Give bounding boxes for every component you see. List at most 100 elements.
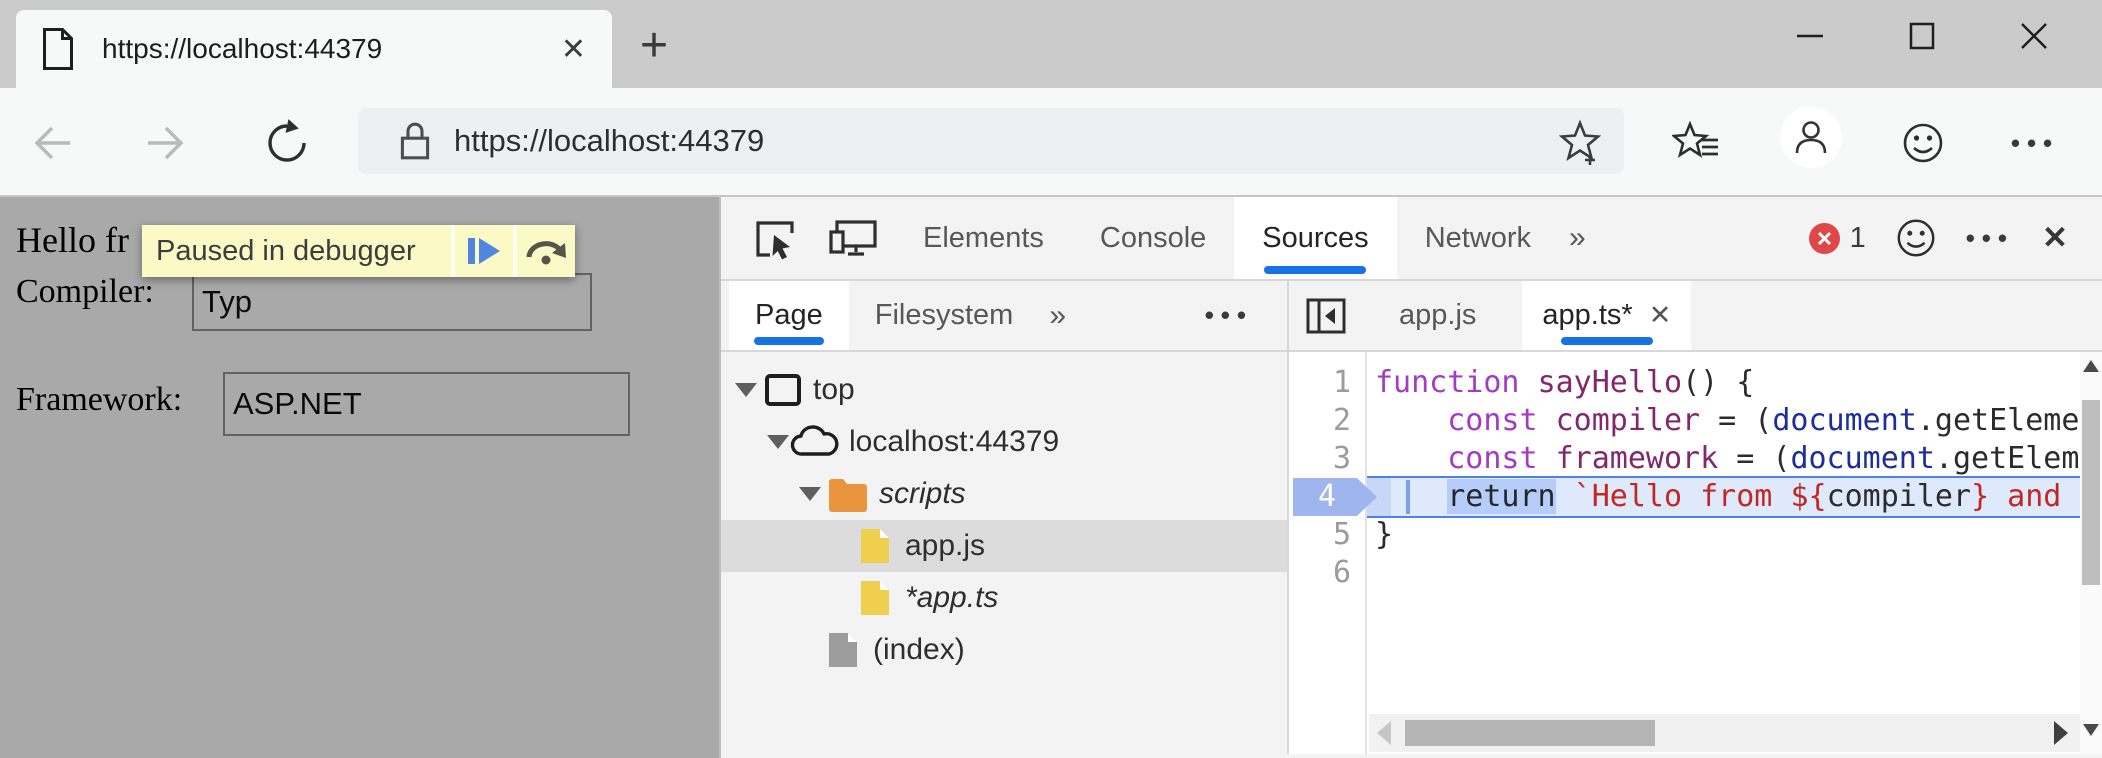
tab-elements[interactable]: Elements bbox=[895, 197, 1072, 279]
tab-close-icon[interactable]: ✕ bbox=[561, 32, 586, 67]
inspect-element-icon[interactable] bbox=[751, 197, 799, 279]
tab-sources-label: Sources bbox=[1262, 222, 1368, 255]
cloud-icon bbox=[789, 424, 841, 460]
line-number-gutter[interactable]: 1 2 3 5 6 bbox=[1289, 352, 1367, 754]
horizontal-scrollbar[interactable] bbox=[1369, 714, 2080, 752]
horizontal-scrollbar-thumb[interactable] bbox=[1405, 720, 1655, 746]
device-emulation-icon[interactable] bbox=[827, 197, 879, 279]
smiley-feedback-icon[interactable] bbox=[1894, 216, 1938, 260]
code-token: document bbox=[1790, 441, 1935, 476]
settings-more-button[interactable]: ••• bbox=[2010, 118, 2060, 168]
window-controls bbox=[1784, 14, 2060, 58]
page-favicon-icon bbox=[40, 28, 76, 70]
line-number[interactable]: 2 bbox=[1333, 402, 1351, 440]
tree-label: *app.ts bbox=[905, 581, 998, 615]
tree-label: app.js bbox=[905, 529, 985, 563]
line-number[interactable]: 6 bbox=[1333, 554, 1351, 592]
devtools-close-button[interactable]: ✕ bbox=[2042, 220, 2068, 256]
resume-script-button[interactable] bbox=[451, 225, 513, 277]
code-token: () { bbox=[1682, 365, 1754, 400]
tree-item-appjs-selected[interactable]: app.js bbox=[721, 520, 1287, 572]
tree-item-appts[interactable]: *app.ts bbox=[721, 572, 1287, 624]
forward-icon[interactable] bbox=[140, 118, 190, 168]
code-token: compiler bbox=[1556, 403, 1701, 438]
tab-title: https://localhost:44379 bbox=[102, 33, 561, 65]
code-line-4-paused[interactable]: return `Hello from ${compiler} and ${f bbox=[1375, 478, 2102, 516]
framework-input[interactable] bbox=[223, 372, 630, 436]
tree-label: top bbox=[813, 373, 855, 407]
tree-item-localhost[interactable]: localhost:44379 bbox=[721, 416, 1287, 468]
code-line-2[interactable]: const compiler = (document.getElementB bbox=[1375, 402, 2102, 440]
editor-tab-appts-label: app.ts* bbox=[1542, 299, 1632, 332]
step-over-icon bbox=[524, 233, 568, 269]
editor-tab-strip: app.js app.ts* ✕ bbox=[1287, 281, 2102, 350]
code-token: `Hello from bbox=[1574, 479, 1791, 514]
address-bar[interactable]: https://localhost:44379 bbox=[358, 108, 1624, 174]
expand-arrow-icon[interactable] bbox=[767, 435, 789, 449]
tab-page[interactable]: Page bbox=[729, 281, 849, 350]
active-tab-underline bbox=[1561, 337, 1653, 345]
code-token bbox=[1375, 479, 1447, 514]
ellipsis-icon: ••• bbox=[1205, 300, 1253, 331]
window-close-icon[interactable] bbox=[2008, 14, 2060, 58]
code-editor[interactable]: 1 2 3 5 6 4 function sayHello() { const … bbox=[1287, 352, 2102, 754]
code-token: .getElement bbox=[1935, 441, 2102, 476]
person-icon bbox=[1789, 115, 1833, 159]
refresh-icon[interactable] bbox=[262, 118, 312, 168]
editor-tab-appjs[interactable]: app.js bbox=[1399, 281, 1476, 350]
code-token: = ( bbox=[1700, 403, 1772, 438]
code-token bbox=[1538, 441, 1556, 476]
code-line-5[interactable]: } bbox=[1375, 516, 1393, 554]
step-over-button[interactable] bbox=[513, 225, 575, 277]
scroll-right-icon[interactable] bbox=[2054, 721, 2068, 745]
favorites-hub-icon[interactable] bbox=[1672, 118, 1722, 168]
vertical-scrollbar-thumb[interactable] bbox=[2082, 400, 2100, 585]
close-tab-icon[interactable]: ✕ bbox=[1649, 300, 1672, 331]
devtools-main-toolbar: Elements Console Sources Network » 1 bbox=[721, 197, 2102, 281]
maximize-icon[interactable] bbox=[1896, 14, 1948, 58]
smiley-feedback-icon[interactable] bbox=[1898, 118, 1948, 168]
devtools-more-button[interactable]: ••• bbox=[1966, 223, 2014, 254]
more-tabs-chevron-icon[interactable]: » bbox=[1039, 281, 1076, 350]
error-count[interactable]: 1 bbox=[1850, 222, 1866, 255]
profile-button[interactable] bbox=[1780, 106, 1842, 168]
scroll-down-icon[interactable] bbox=[2083, 724, 2099, 736]
framework-label: Framework: bbox=[16, 381, 182, 419]
tab-console[interactable]: Console bbox=[1072, 197, 1234, 279]
vertical-scrollbar[interactable] bbox=[2080, 352, 2102, 754]
add-favorite-star-icon[interactable] bbox=[1556, 117, 1604, 165]
tab-filesystem[interactable]: Filesystem bbox=[849, 281, 1040, 350]
code-token: framework bbox=[1556, 441, 1719, 476]
editor-tab-appts[interactable]: app.ts* ✕ bbox=[1522, 281, 1691, 350]
tab-sources[interactable]: Sources bbox=[1234, 197, 1396, 279]
tree-item-scripts[interactable]: scripts bbox=[721, 468, 1287, 520]
expand-arrow-icon[interactable] bbox=[799, 487, 821, 501]
navigator-more-button[interactable]: ••• bbox=[1205, 281, 1253, 350]
tree-item-top[interactable]: top bbox=[721, 364, 1287, 416]
scroll-up-icon[interactable] bbox=[2083, 360, 2099, 372]
devtools-toolbar-right: 1 ••• ✕ bbox=[1809, 197, 2068, 279]
browser-tab[interactable]: https://localhost:44379 ✕ bbox=[16, 10, 612, 88]
line-number[interactable]: 3 bbox=[1333, 440, 1351, 478]
minimize-icon[interactable] bbox=[1784, 14, 1836, 58]
url-text[interactable]: https://localhost:44379 bbox=[454, 123, 1556, 159]
scroll-left-icon[interactable] bbox=[1377, 721, 1391, 745]
tab-bar: https://localhost:44379 ✕ + bbox=[0, 0, 2102, 88]
paused-banner-text: Paused in debugger bbox=[142, 225, 451, 277]
expand-arrow-icon[interactable] bbox=[735, 383, 757, 397]
back-icon[interactable] bbox=[28, 118, 78, 168]
line-number[interactable]: 5 bbox=[1333, 516, 1351, 554]
more-tabs-chevron-icon[interactable]: » bbox=[1559, 197, 1596, 279]
code-line-1[interactable]: function sayHello() { bbox=[1375, 364, 1754, 402]
compiler-input[interactable] bbox=[192, 273, 592, 331]
code-token: } bbox=[1375, 517, 1393, 552]
tab-network[interactable]: Network bbox=[1397, 197, 1559, 279]
code-token: sayHello bbox=[1538, 365, 1683, 400]
line-number[interactable]: 1 bbox=[1333, 364, 1351, 402]
new-tab-button[interactable]: + bbox=[624, 16, 684, 74]
code-token: const bbox=[1447, 403, 1537, 438]
code-line-3[interactable]: const framework = (document.getElement bbox=[1375, 440, 2102, 478]
collapse-panel-icon[interactable] bbox=[1305, 281, 1347, 350]
error-badge-icon[interactable] bbox=[1809, 223, 1840, 254]
tree-item-index[interactable]: (index) bbox=[721, 624, 1287, 676]
